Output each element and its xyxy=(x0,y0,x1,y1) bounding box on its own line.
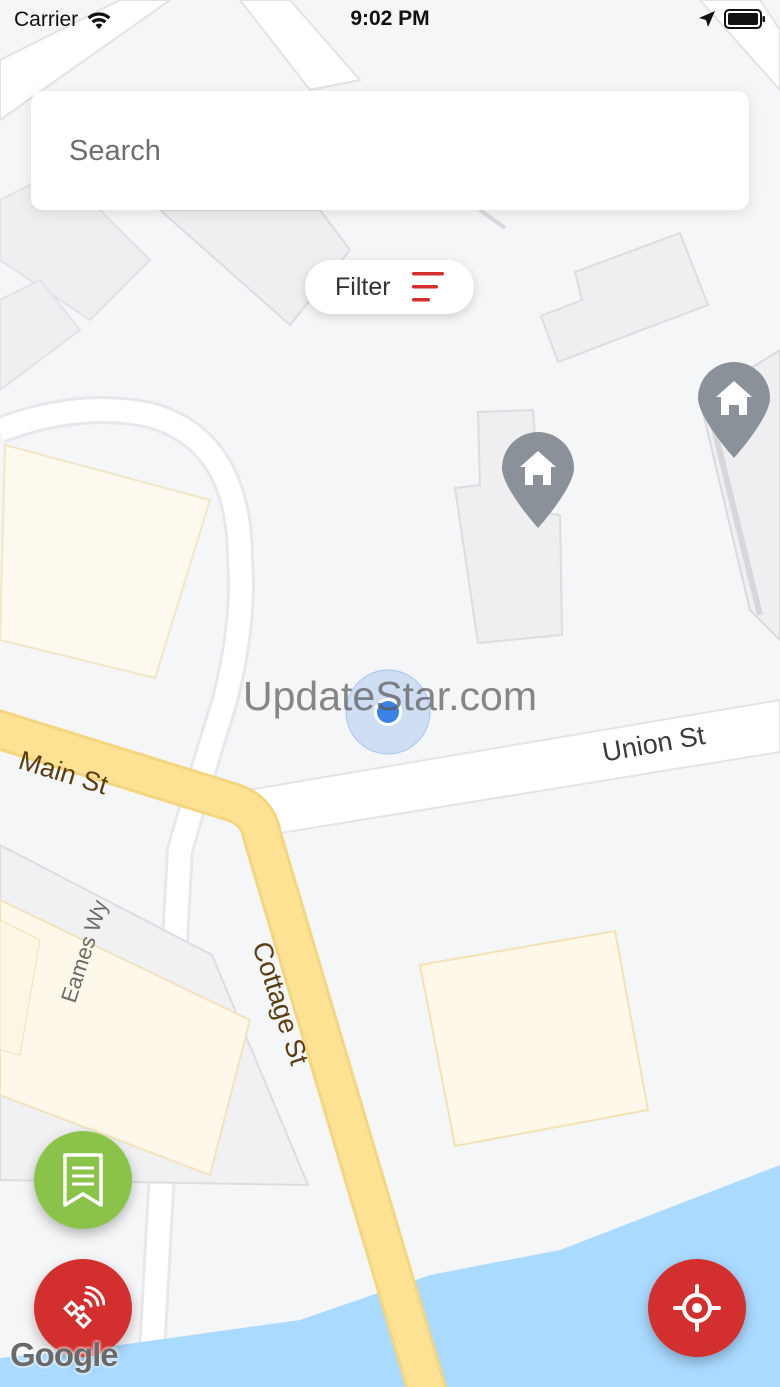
google-logo[interactable]: Google xyxy=(10,1336,119,1374)
search-bar xyxy=(31,91,749,212)
status-indicators xyxy=(698,9,766,29)
home-icon xyxy=(698,362,770,458)
saved-list-button[interactable] xyxy=(34,1131,132,1229)
status-time: 9:02 PM xyxy=(350,7,430,30)
house-pin[interactable] xyxy=(696,362,772,460)
satellite-signal-icon xyxy=(63,1286,105,1329)
home-icon xyxy=(502,432,574,528)
crosshair-icon xyxy=(673,1284,721,1332)
bookmark-list-icon xyxy=(63,1153,103,1207)
filter-label: Filter xyxy=(335,273,391,301)
filter-button[interactable]: Filter xyxy=(305,260,474,314)
status-bar: Carrier 9:02 PM xyxy=(0,0,780,40)
locate-me-button[interactable] xyxy=(648,1259,746,1357)
watermark-text: UpdateStar.com xyxy=(243,673,537,719)
house-pin[interactable] xyxy=(500,432,576,530)
location-arrow-icon xyxy=(699,11,715,27)
battery-icon xyxy=(724,9,765,29)
search-input[interactable] xyxy=(67,91,711,212)
filter-lines-icon xyxy=(412,272,444,302)
